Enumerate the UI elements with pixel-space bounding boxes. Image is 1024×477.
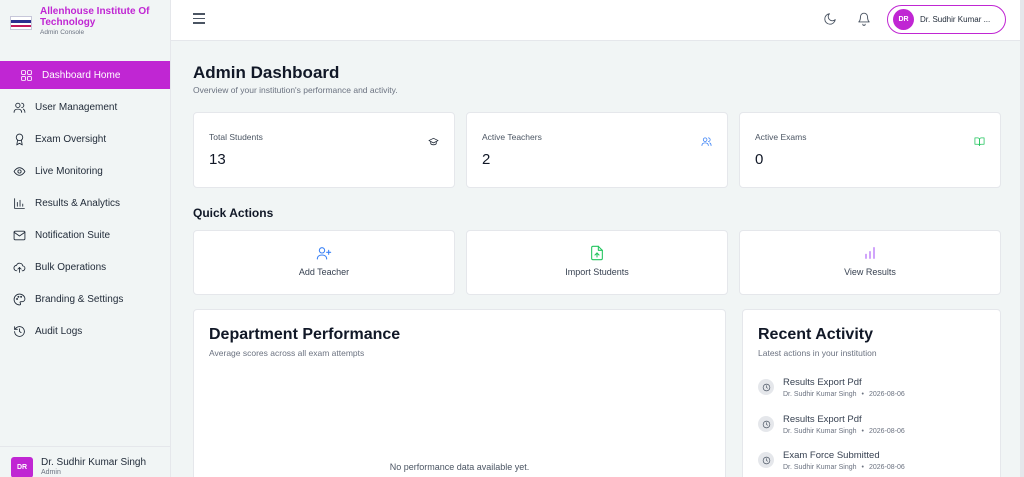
brand[interactable]: Allenhouse Institute Of Technology Admin… [0,0,170,42]
quick-actions-title: Quick Actions [193,206,274,220]
sidebar-user-role: Admin [41,469,61,476]
sidebar-user-name: Dr. Sudhir Kumar Singh [41,457,147,468]
sidebar-item-live-monitoring[interactable]: Live Monitoring [0,157,170,185]
clock-icon [758,452,774,468]
page-title: Admin Dashboard [193,63,340,82]
page-subtitle: Overview of your institution's performan… [193,85,398,95]
panel-subtitle: Average scores across all exam attempts [209,348,365,358]
activity-item: Exam Force Submitted Dr. Sudhir Kumar Si… [758,450,988,477]
user-plus-icon [316,245,332,261]
activity-date: 2026-08-06 [869,391,905,398]
users-icon [701,134,712,147]
stat-label: Total Students [209,132,263,142]
add-teacher-button[interactable]: Add Teacher [193,230,455,295]
stat-value: 13 [209,151,226,168]
quick-action-label: Add Teacher [298,267,350,277]
eye-icon [13,166,26,176]
activity-separator: • [861,428,864,435]
quick-action-label: View Results [844,267,896,277]
activity-item: Results Export Pdf Dr. Sudhir Kumar Sing… [758,414,988,444]
clock-icon [758,416,774,432]
sidebar-item-label: Results & Analytics [35,197,121,209]
sidebar-item-label: User Management [35,101,118,113]
sidebar-user[interactable]: DR Dr. Sudhir Kumar Singh Admin [0,446,171,477]
history-icon [14,325,25,337]
sidebar-item-label: Exam Oversight [35,133,107,145]
sidebar-item-label: Audit Logs [35,325,83,337]
activity-meta: Dr. Sudhir Kumar Singh • 2026-08-06 [783,391,905,398]
user-menu-button[interactable]: DR Dr. Sudhir Kumar ... [887,5,1006,34]
department-performance-panel: Department Performance Average scores ac… [193,309,726,477]
sidebar-item-notification-suite[interactable]: Notification Suite [0,221,170,249]
sidebar-item-label: Live Monitoring [35,165,103,177]
stat-card-active-teachers: Active Teachers 2 [466,112,728,188]
panel-title: Department Performance [209,326,401,343]
brand-subtitle: Admin Console [40,29,85,36]
award-icon [15,133,24,145]
graduation-cap-icon [428,134,439,146]
sidebar-item-dashboard-home[interactable]: Dashboard Home [0,61,170,89]
activity-title: Results Export Pdf [783,377,862,388]
stat-value: 0 [755,151,764,168]
avatar: DR [893,9,914,30]
activity-date: 2026-08-06 [869,464,905,471]
activity-meta: Dr. Sudhir Kumar Singh • 2026-08-06 [783,428,905,435]
panel-title: Recent Activity [758,326,873,343]
stat-label: Active Exams [755,132,807,142]
view-results-button[interactable]: View Results [739,230,1001,295]
user-menu-name: Dr. Sudhir Kumar ... [920,15,991,24]
cloud-upload-icon [13,262,26,273]
menu-toggle-icon[interactable] [193,13,205,25]
sidebar-item-label: Notification Suite [35,229,111,241]
sidebar-item-branding-settings[interactable]: Branding & Settings [0,285,170,313]
activity-separator: • [861,391,864,398]
sidebar-item-exam-oversight[interactable]: Exam Oversight [0,125,170,153]
import-students-button[interactable]: Import Students [466,230,728,295]
activity-date: 2026-08-06 [869,428,905,435]
empty-state-message: No performance data available yet. [389,462,530,472]
file-upload-icon [589,245,605,261]
activity-user: Dr. Sudhir Kumar Singh [783,428,857,435]
grid-icon [21,69,32,81]
activity-user: Dr. Sudhir Kumar Singh [783,464,857,471]
activity-item: Results Export Pdf Dr. Sudhir Kumar Sing… [758,377,988,407]
topbar: DR Dr. Sudhir Kumar ... [171,0,1024,41]
activity-title: Results Export Pdf [783,414,862,425]
sidebar-item-results-analytics[interactable]: Results & Analytics [0,189,170,217]
page-scrollbar[interactable] [1020,0,1024,477]
stat-value: 2 [482,151,491,168]
stat-card-active-exams: Active Exams 0 [739,112,1001,188]
book-open-icon [974,134,985,147]
activity-meta: Dr. Sudhir Kumar Singh • 2026-08-06 [783,464,905,471]
theme-toggle-icon[interactable] [823,12,837,26]
quick-action-label: Import Students [565,267,629,277]
mail-icon [13,230,26,240]
sidebar-item-audit-logs[interactable]: Audit Logs [0,317,170,345]
institute-logo [10,16,32,30]
stat-label: Active Teachers [482,132,542,142]
sidebar: Allenhouse Institute Of Technology Admin… [0,0,171,477]
sidebar-item-user-management[interactable]: User Management [0,93,170,121]
activity-title: Exam Force Submitted [783,450,880,461]
sidebar-item-label: Bulk Operations [35,261,107,273]
bell-icon[interactable] [857,12,871,26]
users-icon [13,102,26,113]
bar-chart-icon [862,245,878,261]
brand-name: Allenhouse Institute Of Technology [40,6,150,28]
recent-activity-panel: Recent Activity Latest actions in your i… [742,309,1001,477]
palette-icon [13,293,26,305]
activity-separator: • [861,464,864,471]
sidebar-item-label: Dashboard Home [42,69,121,81]
panel-subtitle: Latest actions in your institution [758,348,877,358]
bar-chart-icon [14,197,25,209]
sidebar-item-bulk-operations[interactable]: Bulk Operations [0,253,170,281]
stat-card-total-students: Total Students 13 [193,112,455,188]
clock-icon [758,379,774,395]
activity-user: Dr. Sudhir Kumar Singh [783,391,857,398]
avatar: DR [11,457,33,477]
sidebar-nav: Dashboard Home User Management Exam Over… [0,61,170,345]
sidebar-item-label: Branding & Settings [35,293,124,305]
